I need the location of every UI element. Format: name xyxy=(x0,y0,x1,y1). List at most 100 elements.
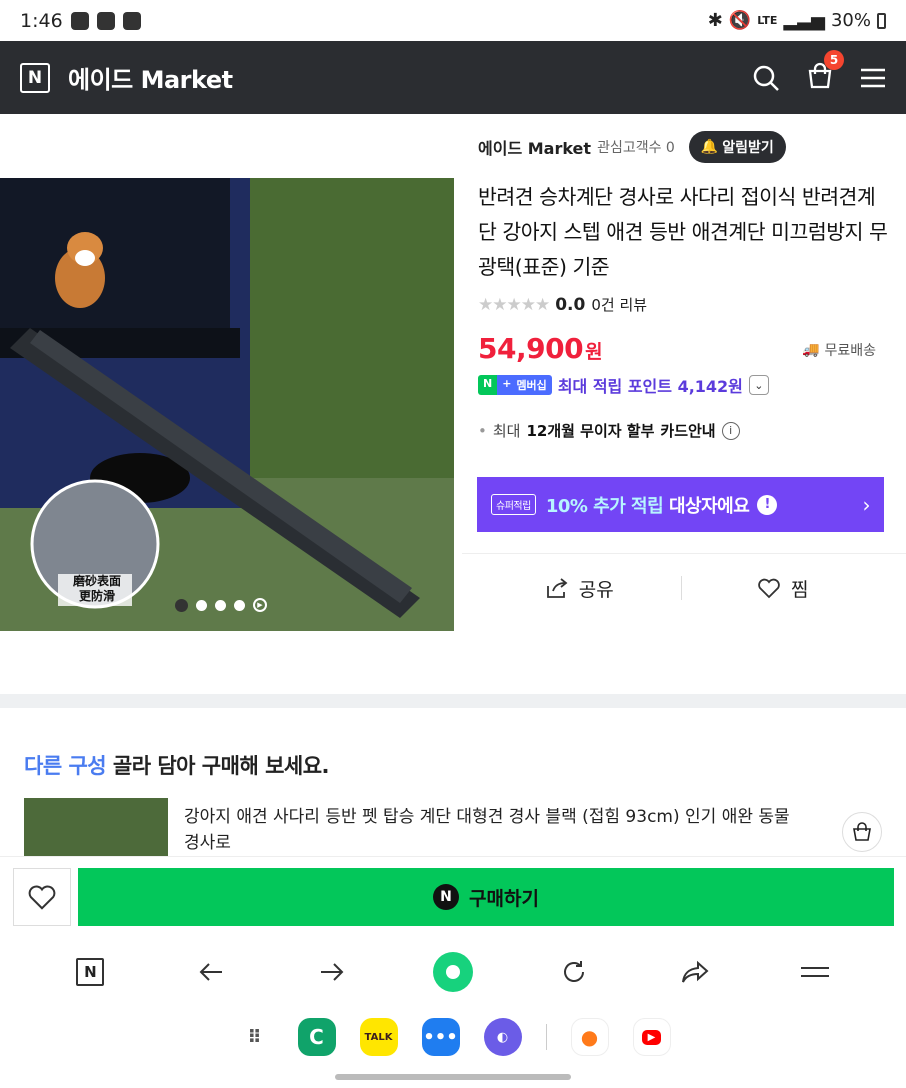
menu-icon xyxy=(801,967,830,977)
installment-info[interactable]: • 최대 12개월 무이자 할부 카드안내 i xyxy=(478,420,740,441)
membership-label: 멤버십 xyxy=(516,375,552,395)
wish-label: 찜 xyxy=(791,578,809,601)
store-brand[interactable]: 에이드 Market xyxy=(68,60,233,95)
alarm-label: 알림받기 xyxy=(722,140,774,156)
chevron-down-icon[interactable]: ⌄ xyxy=(748,375,769,395)
shop-info: 에이드 Market 관심고객수 0 🔔 알림받기 xyxy=(478,131,786,163)
forward-button[interactable] xyxy=(310,950,354,994)
battery-level: 30% xyxy=(830,10,871,31)
chat-notification-icon xyxy=(70,11,89,30)
image-caption: 磨砂表面 更防滑 xyxy=(60,574,134,604)
arrow-left-icon xyxy=(199,963,223,981)
rating-stars-icon: ★★★★★ xyxy=(478,294,550,315)
carousel-indicators: ▶ xyxy=(175,598,267,612)
back-button[interactable] xyxy=(189,950,233,994)
super-points-tag: 슈퍼적립 xyxy=(491,494,536,515)
product-photo xyxy=(0,178,454,631)
home-button[interactable]: N xyxy=(68,950,112,994)
carousel-dot-active[interactable] xyxy=(175,598,188,612)
price-value: 54,900 xyxy=(478,332,584,365)
mute-icon: 🔇 xyxy=(728,10,752,31)
wish-button[interactable]: 찜 xyxy=(682,575,885,602)
rating-row[interactable]: ★★★★★ 0.0 0건 리뷰 xyxy=(478,294,647,315)
naver-pay-icon: N xyxy=(433,884,460,910)
super-points-banner[interactable]: 슈퍼적립 10% 추가 적립 대상자에요 ! › xyxy=(477,477,884,532)
shopping-bag-icon xyxy=(853,822,871,841)
exclamation-icon: ! xyxy=(757,494,778,515)
carousel-dot[interactable] xyxy=(215,599,226,611)
image-caption-line-1: 磨砂表面 xyxy=(72,574,121,588)
browser-app-icon[interactable]: ◐ xyxy=(483,1018,522,1056)
messages-app-icon[interactable]: ••• xyxy=(421,1018,460,1056)
membership-points[interactable]: N + 멤버십 최대 적립 포인트 4,142원 ⌄ xyxy=(478,373,769,397)
shop-name[interactable]: 에이드 Market xyxy=(478,135,591,159)
rating-score: 0.0 xyxy=(555,294,586,315)
share-wish-actions: 공유 찜 xyxy=(478,566,884,610)
app-dock: ⠿ C TALK ••• ◐ ● ▶ xyxy=(0,1006,906,1068)
green-dot-button[interactable] xyxy=(431,950,475,994)
browser-menu-button[interactable] xyxy=(793,950,837,994)
divider xyxy=(462,553,906,554)
battery-icon xyxy=(877,12,886,29)
video-play-icon[interactable]: ▶ xyxy=(253,598,267,612)
kakaotalk-app-icon[interactable]: TALK xyxy=(359,1018,398,1056)
clock: 1:46 xyxy=(20,9,63,32)
product-price: 54,900 원 xyxy=(478,332,603,365)
alarm-button[interactable]: 🔔 알림받기 xyxy=(688,131,786,163)
installment-bold: 12개월 무이자 할부 xyxy=(526,422,655,440)
search-icon[interactable] xyxy=(752,64,780,92)
option-thumbnail xyxy=(24,798,168,856)
buy-button[interactable]: N 구매하기 xyxy=(78,868,894,926)
green-dot-icon xyxy=(432,952,473,992)
super-points-text: 대상자에요 xyxy=(668,495,750,517)
review-count[interactable]: 0건 리뷰 xyxy=(591,294,647,315)
cart-button[interactable]: 5 xyxy=(806,49,844,94)
installment-suffix: 카드안내 xyxy=(660,422,716,440)
shipping-info: 🚚 무료배송 xyxy=(802,340,876,360)
check-notification-icon xyxy=(122,11,141,30)
super-points-highlight: 10% 추가 적립 xyxy=(545,495,664,517)
kakao-label: TALK xyxy=(364,1031,393,1043)
bell-icon: 🔔 xyxy=(700,139,719,155)
buy-label: 구매하기 xyxy=(469,887,539,910)
naver-plus-membership-badge: N + 멤버십 xyxy=(478,375,552,395)
youtube-app-icon[interactable]: ▶ xyxy=(632,1018,671,1056)
gesture-bar[interactable] xyxy=(335,1074,571,1080)
shipping-label: 무료배송 xyxy=(824,343,876,359)
status-bar: 1:46 ✱ 🔇 LTE ▂▃▅ 30% xyxy=(0,0,906,41)
option-item[interactable]: 강아지 애견 사다리 등반 펫 탑승 계단 대형견 경사 블랙 (접힘 93cm… xyxy=(24,798,882,856)
bluetooth-icon: ✱ xyxy=(707,10,723,31)
top-navigation: N 에이드 Market 5 xyxy=(0,41,906,114)
heart-icon xyxy=(28,885,56,910)
heart-icon xyxy=(758,578,780,599)
naver-logo-icon[interactable]: N xyxy=(20,62,50,93)
dock-separator xyxy=(545,1024,547,1050)
share-page-button[interactable] xyxy=(673,950,717,994)
browser-toolbar: N xyxy=(0,938,906,1006)
naver-home-icon: N xyxy=(76,958,105,986)
menu-icon[interactable] xyxy=(860,66,886,90)
share-button[interactable]: 공유 xyxy=(478,575,681,602)
carousel-dot[interactable] xyxy=(196,599,207,611)
fans-count: 관심고객수 0 xyxy=(597,140,675,156)
options-title-highlight: 다른 구성 xyxy=(24,754,107,778)
arrow-right-icon xyxy=(321,963,344,981)
network-type: LTE xyxy=(757,14,778,27)
info-icon[interactable]: i xyxy=(721,421,740,440)
image-caption-line-2: 更防滑 xyxy=(78,589,115,603)
phone-app-icon[interactable]: C xyxy=(297,1018,336,1056)
options-section-title: 다른 구성 골라 담아 구매해 보세요. xyxy=(24,750,330,780)
product-image-carousel[interactable]: 磨砂表面 更防滑 ▶ xyxy=(0,178,454,631)
wish-toggle-button[interactable] xyxy=(13,868,71,926)
refresh-icon xyxy=(563,961,584,982)
app-drawer-icon[interactable]: ⠿ xyxy=(236,1018,274,1056)
product-title: 반려견 승차계단 경사로 사다리 접이식 반려견계단 강아지 스텝 애견 등반 … xyxy=(478,185,888,279)
points-text: 최대 적립 포인트 4,142원 xyxy=(557,377,743,396)
cart-count-badge: 5 xyxy=(824,49,844,70)
section-divider xyxy=(0,694,906,708)
add-to-cart-button[interactable] xyxy=(842,812,882,852)
refresh-button[interactable] xyxy=(552,950,596,994)
carousel-dot[interactable] xyxy=(234,599,245,611)
signal-icon: ▂▃▅ xyxy=(783,10,825,31)
carrot-app-icon[interactable]: ● xyxy=(570,1018,609,1056)
